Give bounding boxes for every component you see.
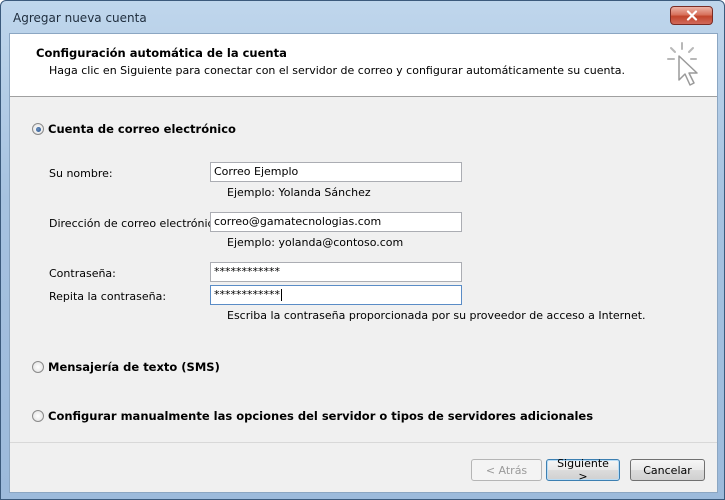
password-repeat-label: Repita la contraseña: [49, 290, 167, 303]
dialog-header: Configuración automática de la cuenta Ha… [10, 34, 717, 97]
close-icon [686, 10, 697, 21]
name-hint: Ejemplo: Yolanda Sánchez [227, 186, 371, 199]
email-field[interactable]: correo@gamatecnologias.com [210, 212, 462, 232]
page-title: Configuración automática de la cuenta [36, 46, 287, 60]
radio-manual-config[interactable]: Configurar manualmente las opciones del … [32, 409, 593, 423]
radio-button-selected[interactable] [32, 123, 44, 135]
password-hint: Escriba la contraseña proporcionada por … [227, 309, 646, 322]
password-repeat-value: ************ [214, 288, 280, 301]
password-repeat-field[interactable]: ************ [210, 285, 462, 305]
password-field[interactable]: ************ [210, 262, 462, 282]
page-subtitle: Haga clic en Siguiente para conectar con… [49, 64, 626, 77]
radio-sms[interactable]: Mensajería de texto (SMS) [32, 360, 220, 374]
name-label: Su nombre: [49, 167, 113, 180]
window-title: Agregar nueva cuenta [13, 11, 147, 25]
back-button[interactable]: < Atrás [471, 459, 542, 481]
radio-manual-config-label: Configurar manualmente las opciones del … [48, 409, 594, 423]
close-button[interactable] [670, 6, 713, 25]
radio-button[interactable] [32, 410, 44, 422]
cursor-click-icon [667, 42, 698, 86]
name-field[interactable]: Correo Ejemplo [210, 162, 462, 182]
radio-button[interactable] [32, 361, 44, 373]
dialog-client-area: Configuración automática de la cuenta Ha… [9, 33, 718, 493]
password-label: Contraseña: [49, 267, 116, 280]
dialog-window: Agregar nueva cuenta Configuración autom… [0, 0, 725, 500]
text-caret [281, 289, 282, 301]
cancel-button[interactable]: Cancelar [630, 459, 705, 481]
dialog-content: Cuenta de correo electrónico Su nombre: … [10, 96, 717, 442]
next-button[interactable]: Siguiente > [546, 457, 620, 483]
radio-email-account[interactable]: Cuenta de correo electrónico [32, 122, 236, 136]
title-bar[interactable]: Agregar nueva cuenta [1, 1, 724, 33]
radio-sms-label: Mensajería de texto (SMS) [48, 360, 220, 374]
email-hint: Ejemplo: yolanda@contoso.com [227, 236, 404, 249]
dialog-footer: < Atrás Siguiente > Cancelar [10, 442, 717, 493]
email-label: Dirección de correo electrónico: [49, 217, 225, 230]
radio-email-account-label: Cuenta de correo electrónico [48, 122, 236, 136]
